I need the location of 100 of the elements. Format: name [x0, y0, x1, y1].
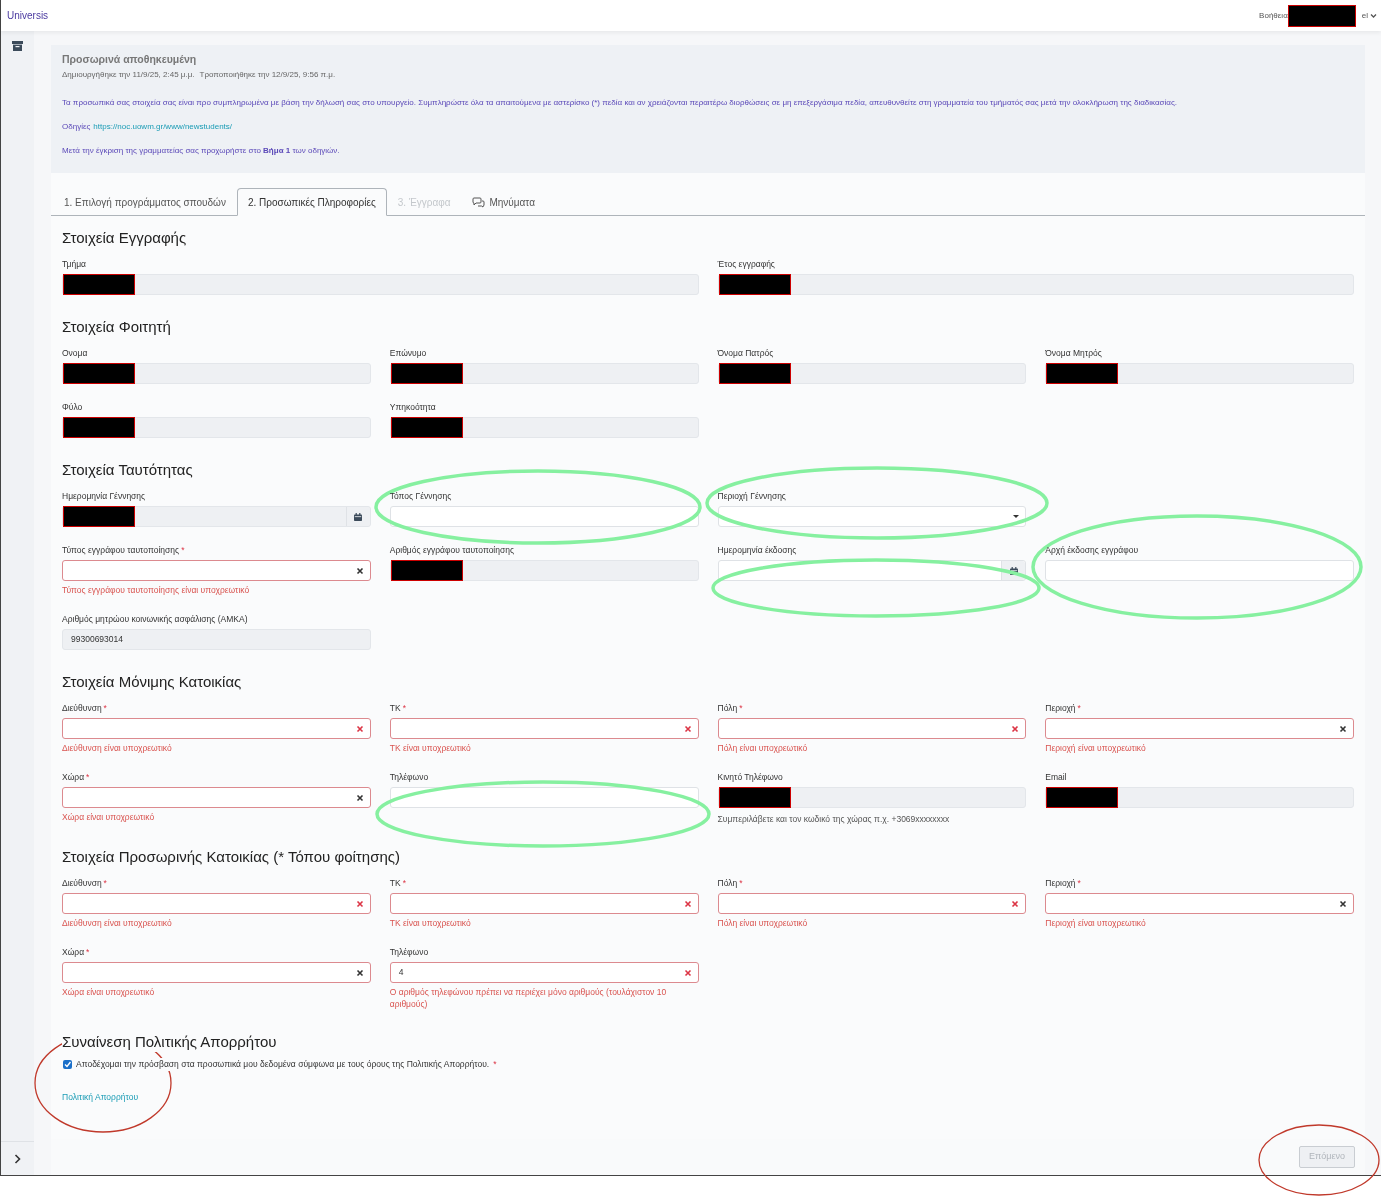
chevron-right-icon[interactable]	[14, 1153, 21, 1164]
input-field[interactable]: 4	[389, 962, 699, 983]
field-label: Τμήμα	[62, 257, 86, 271]
help-text: Συμπεριλάβετε και τον κωδικό της χώρας π.χ. +3069xxxxxxxx	[717, 813, 951, 825]
chat-icon	[472, 196, 486, 208]
field-label: Αριθμός μητρώου κοινωνικής ασφάλισης (ΑΜΚΑ)	[62, 612, 248, 626]
input-field[interactable]	[389, 893, 699, 914]
field-label: Ονομα	[62, 346, 88, 360]
created-date: Δημιουργήθηκε την 11/9/25, 2:45 μ.μ.	[62, 69, 195, 81]
select-field[interactable]	[1045, 718, 1354, 739]
field-value: 99300693014	[71, 633, 123, 646]
caret-icon	[1370, 13, 1377, 18]
field-label: Πόλη	[717, 876, 738, 890]
required-mark: *	[103, 701, 107, 715]
field-label: Αρχή έκδοσης εγγράφου	[1045, 543, 1139, 557]
clear-icon[interactable]	[1339, 724, 1347, 733]
required-mark: *	[739, 876, 743, 890]
section-heading: Στοιχεία Προσωρινής Κατοικίας (* Τόπου φοίτησης)	[62, 847, 401, 867]
field-label: Έτος εγγραφής	[717, 257, 775, 271]
notice-message: Τα προσωπικά σας στοιχεία σας είναι προ συμπληρωμένα με βάση την δήλωσή σας στο υπουργείο. Συμπληρώστε όλα τα απαιτούμενα με αστερίσκο (*) πεδία και αν χρειάζονται περαιτέρω διορθώσεις σε μη επεξεργάσιμα πεδία, απευθυνθείτε στη γραμματεία του τμήματός σας μετά την ολοκλήρωση της διαδικασίας.	[62, 97, 1178, 109]
error-message: Χώρα είναι υποχρεωτικό	[62, 811, 156, 823]
clear-icon[interactable]	[355, 566, 364, 575]
archive-icon[interactable]	[12, 41, 23, 51]
required-mark: *	[181, 543, 185, 557]
tab[interactable]: 1. Επιλογή προγράμματος σπουδών	[53, 188, 237, 216]
calendar-icon	[354, 512, 363, 521]
required-mark: *	[1077, 701, 1081, 715]
error-message: Πόλη είναι υποχρεωτικό	[717, 742, 809, 754]
field-label: Περιοχή	[1045, 701, 1076, 715]
error-message: Χώρα είναι υποχρεωτικό	[62, 986, 156, 998]
field-label: Χώρα	[62, 945, 85, 959]
field-label: Email	[1045, 770, 1067, 784]
tab[interactable]: 2. Προσωπικές Πληροφορίες	[236, 188, 387, 216]
input-field[interactable]	[717, 718, 1027, 739]
error-message: ΤΚ είναι υποχρεωτικό	[389, 917, 472, 929]
field-value: 4	[398, 966, 404, 979]
select-field[interactable]	[62, 560, 371, 581]
field-label: Υπηκοότητα	[389, 400, 436, 414]
consent-label: Αποδέχομαι την πρόσβαση στα προσωπικά μου δεδομένα σύμφωνα με τους όρους της Πολιτικής Απορρήτου.	[76, 1058, 490, 1071]
field-label: Επώνυμο	[389, 346, 427, 360]
field-label: Αριθμός εγγράφου ταυτοποίησης	[389, 543, 515, 557]
error-message: Ο αριθμός τηλεφώνου πρέπει να περιέχει μόνο αριθμούς (τουλάχιστον 10 αριθμούς)	[389, 986, 668, 1010]
field-label: Τύπος εγγράφου ταυτοποίησης	[62, 543, 180, 557]
input-field[interactable]	[717, 893, 1027, 914]
field-label: Περιοχή	[1045, 876, 1076, 890]
field-label: Όνομα Μητρός	[1045, 346, 1102, 360]
field-label: Περιοχή Γέννησης	[717, 489, 786, 503]
section-heading: Στοιχεία Ταυτότητας	[62, 460, 194, 480]
required-mark: *	[493, 1058, 497, 1071]
section-heading: Στοιχεία Εγγραφής	[62, 228, 188, 248]
caret-icon	[1013, 515, 1020, 518]
modified-date: Τροποποιήθηκε την 12/9/25, 9:56 π.μ.	[199, 69, 336, 81]
select-field[interactable]	[62, 787, 371, 808]
field-label: Ημερομηνία Γέννησης	[62, 489, 146, 503]
error-message: Διεύθυνση είναι υποχρεωτικό	[62, 917, 173, 929]
tab[interactable]: Μηνύματα	[461, 188, 546, 216]
error-message: Διεύθυνση είναι υποχρεωτικό	[62, 742, 173, 754]
field-label: Πόλη	[717, 701, 738, 715]
section-heading: Στοιχεία Φοιτητή	[62, 317, 172, 337]
required-mark: *	[103, 876, 107, 890]
error-message: Περιοχή είναι υποχρεωτικό	[1045, 742, 1147, 754]
notice-title: Προσωρινά αποθηκευμένη	[62, 52, 198, 66]
required-mark: *	[1077, 876, 1081, 890]
select-field[interactable]	[62, 962, 371, 983]
required-mark: *	[86, 945, 90, 959]
error-message: Περιοχή είναι υποχρεωτικό	[1045, 917, 1147, 929]
help-link[interactable]: Βοήθεια	[1259, 9, 1288, 22]
field-label: Όνομα Πατρός	[717, 346, 774, 360]
required-mark: *	[86, 770, 90, 784]
required-mark: *	[402, 876, 406, 890]
field-label: Κινητό Τηλέφωνο	[717, 770, 783, 784]
section-heading: Συναίνεση Πολιτικής Απορρήτου	[62, 1032, 277, 1052]
instructions-label: Οδηγίες	[62, 121, 91, 133]
section-heading: Στοιχεία Μόνιμης Κατοικίας	[62, 672, 243, 692]
error-message: Πόλη είναι υποχρεωτικό	[717, 917, 809, 929]
language-menu[interactable]: el	[1361, 9, 1377, 22]
field-label: ΤΚ	[389, 701, 401, 715]
error-message: ΤΚ είναι υποχρεωτικό	[389, 742, 472, 754]
calendar-icon	[1009, 566, 1018, 575]
input-field[interactable]	[62, 893, 371, 914]
brand-link[interactable]: Universis	[7, 8, 49, 23]
field-label: Φύλο	[62, 400, 83, 414]
input-field[interactable]	[62, 718, 371, 739]
field-label: Ημερομηνία έκδοσης	[717, 543, 797, 557]
required-mark: *	[739, 701, 743, 715]
field-label: ΤΚ	[389, 876, 401, 890]
error-message: Τύπος εγγράφου ταυτοποίησης είναι υποχρεωτικό	[62, 584, 251, 596]
input-field[interactable]	[389, 718, 699, 739]
field-label: Διεύθυνση	[62, 701, 102, 715]
next-step-text: Μετά την έγκριση της γραμματείας σας προχωρήστε στο Βήμα 1 των οδηγιών.	[62, 145, 341, 157]
clear-icon[interactable]	[355, 793, 364, 802]
field-label: Διεύθυνση	[62, 876, 102, 890]
field-label: Τηλέφωνο	[389, 945, 429, 959]
select-field[interactable]	[1045, 893, 1354, 914]
checkbox[interactable]	[63, 1059, 72, 1069]
required-mark: *	[402, 701, 406, 715]
clear-icon[interactable]	[355, 968, 364, 977]
field-label: Τηλέφωνο	[389, 770, 429, 784]
clear-icon[interactable]	[1339, 899, 1347, 908]
field-label: Τόπος Γέννησης	[389, 489, 452, 503]
